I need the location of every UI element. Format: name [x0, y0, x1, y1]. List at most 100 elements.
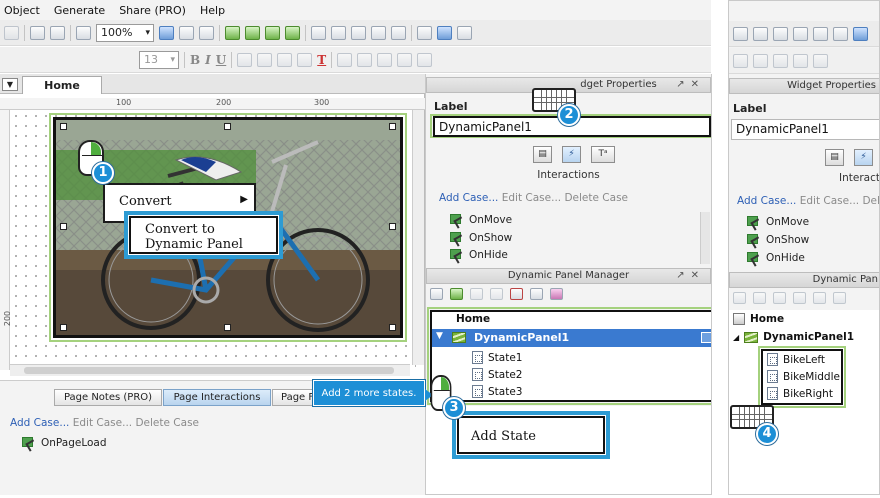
- resize-handle[interactable]: [60, 324, 67, 331]
- state-view-icon[interactable]: [701, 332, 711, 343]
- link-icon[interactable]: [297, 52, 313, 67]
- text-color-button[interactable]: T: [317, 53, 326, 67]
- add-case-link[interactable]: Add Case...: [737, 195, 796, 207]
- edit-case-link[interactable]: Edit Case...: [502, 192, 561, 204]
- interactions-tab-icon[interactable]: ⚡: [854, 149, 873, 166]
- menu-generate[interactable]: Generate: [54, 4, 105, 17]
- tree-home[interactable]: Home: [456, 313, 490, 325]
- properties-tab-icon[interactable]: ▤: [533, 146, 552, 163]
- align-left-icon[interactable]: [417, 25, 432, 40]
- delete-case-link[interactable]: Delete Case: [135, 417, 199, 429]
- group-icon[interactable]: [733, 53, 748, 68]
- preview-icon[interactable]: [265, 25, 280, 40]
- delete-case-link[interactable]: Dele: [862, 195, 879, 207]
- edit-all-states-icon[interactable]: [550, 288, 563, 300]
- align-center-icon[interactable]: [437, 25, 452, 40]
- move-up-icon[interactable]: [470, 288, 483, 300]
- text-align-center-icon[interactable]: [257, 52, 273, 67]
- delete-state-icon[interactable]: [510, 288, 523, 300]
- tree-dynamic-panel-row[interactable]: ◢ DynamicPanel1: [733, 331, 854, 343]
- pane-controls-icon[interactable]: ↗✕: [676, 269, 705, 283]
- align-right-icon[interactable]: [457, 25, 472, 40]
- font-size-select[interactable]: 13: [139, 50, 179, 69]
- event-onmove[interactable]: OnMove: [450, 214, 512, 226]
- event-onpageload[interactable]: OnPageLoad: [22, 437, 107, 449]
- menu-item-convert-to-dynamic-panel[interactable]: Convert to Dynamic Panel: [124, 211, 283, 259]
- tree-state[interactable]: BikeRight: [767, 387, 833, 400]
- arrange-icon[interactable]: [199, 25, 214, 40]
- resize-handle[interactable]: [389, 123, 396, 130]
- bring-front-icon[interactable]: [377, 52, 393, 67]
- menu-object[interactable]: Object: [4, 4, 40, 17]
- line-color-icon[interactable]: [331, 25, 346, 40]
- style-tab-icon[interactable]: Tᵃ: [591, 146, 615, 163]
- event-onmove[interactable]: OnMove: [747, 216, 809, 228]
- underline-button[interactable]: U: [216, 53, 226, 67]
- text-align-right-icon[interactable]: [277, 52, 293, 67]
- resize-handle[interactable]: [389, 324, 396, 331]
- tree-state[interactable]: State2: [472, 368, 522, 381]
- publish-icon[interactable]: [225, 25, 240, 40]
- events-scrollbar[interactable]: [700, 212, 710, 264]
- event-onhide[interactable]: OnHide: [747, 252, 805, 264]
- lock-icon[interactable]: [417, 52, 433, 67]
- edit-case-link[interactable]: Edit Case...: [73, 417, 132, 429]
- line-color-icon[interactable]: [753, 26, 768, 41]
- bold-button[interactable]: B: [190, 53, 200, 67]
- select-mode-icon[interactable]: [159, 25, 174, 40]
- menu-help[interactable]: Help: [200, 4, 225, 17]
- send-back-icon[interactable]: [397, 52, 413, 67]
- tab-home[interactable]: Home: [22, 76, 102, 94]
- event-onshow[interactable]: OnShow: [450, 232, 512, 244]
- italic-button[interactable]: I: [205, 53, 211, 67]
- tree-state[interactable]: BikeLeft: [767, 353, 825, 366]
- delete-case-link[interactable]: Delete Case: [564, 192, 628, 204]
- duplicate-state-icon[interactable]: [753, 292, 766, 304]
- move-down-icon[interactable]: [793, 292, 806, 304]
- event-onshow[interactable]: OnShow: [747, 234, 809, 246]
- arrow-style-icon[interactable]: [813, 26, 828, 41]
- share-icon[interactable]: [285, 25, 300, 40]
- resize-handle[interactable]: [60, 223, 67, 230]
- align-left-icon[interactable]: [833, 26, 848, 41]
- generate-icon[interactable]: [245, 25, 260, 40]
- vertical-scrollbar[interactable]: [412, 110, 424, 365]
- add-state-icon[interactable]: [733, 292, 746, 304]
- group-icon[interactable]: [337, 52, 353, 67]
- delete-state-icon[interactable]: [813, 292, 826, 304]
- tab-page-notes[interactable]: Page Notes (PRO): [54, 389, 162, 406]
- fill-color-icon[interactable]: [311, 25, 326, 40]
- event-onhide[interactable]: OnHide: [450, 249, 508, 261]
- line-width-icon[interactable]: [773, 26, 788, 41]
- tab-page-formatting[interactable]: Page F: [272, 389, 316, 406]
- tree-state[interactable]: BikeMiddle: [767, 370, 840, 383]
- line-width-icon[interactable]: [351, 25, 366, 40]
- scrollbar-thumb[interactable]: [24, 367, 394, 374]
- line-style-icon[interactable]: [371, 25, 386, 40]
- bring-front-icon[interactable]: [773, 53, 788, 68]
- interactions-tab-icon[interactable]: ⚡: [562, 146, 581, 163]
- move-down-icon[interactable]: [490, 288, 503, 300]
- add-case-link[interactable]: Add Case...: [439, 192, 498, 204]
- format-painter-icon[interactable]: [50, 25, 65, 40]
- tab-page-interactions[interactable]: Page Interactions: [163, 389, 271, 406]
- edit-state-icon[interactable]: [833, 292, 846, 304]
- resize-handle[interactable]: [389, 223, 396, 230]
- line-style-icon[interactable]: [793, 26, 808, 41]
- tree-dynamic-panel-row[interactable]: ▼ DynamicPanel1: [432, 329, 711, 347]
- ungroup-icon[interactable]: [357, 52, 373, 67]
- pane-controls-icon[interactable]: ↗✕: [676, 78, 705, 92]
- edit-state-icon[interactable]: [530, 288, 543, 300]
- text-align-left-icon[interactable]: [237, 52, 253, 67]
- tree-state[interactable]: State3: [472, 385, 522, 398]
- zoom-select[interactable]: 100%: [96, 23, 154, 42]
- menu-share[interactable]: Share (PRO): [119, 4, 186, 17]
- properties-tab-icon[interactable]: ▤: [825, 149, 844, 166]
- add-state-callout[interactable]: Add State: [452, 411, 610, 459]
- resize-handle[interactable]: [224, 324, 231, 331]
- collapse-icon[interactable]: ▼: [436, 331, 443, 341]
- align-center-icon[interactable]: [853, 26, 868, 41]
- tab-dropdown-icon[interactable]: ▼: [2, 78, 18, 91]
- resize-handle[interactable]: [224, 123, 231, 130]
- redo-icon[interactable]: [4, 25, 19, 40]
